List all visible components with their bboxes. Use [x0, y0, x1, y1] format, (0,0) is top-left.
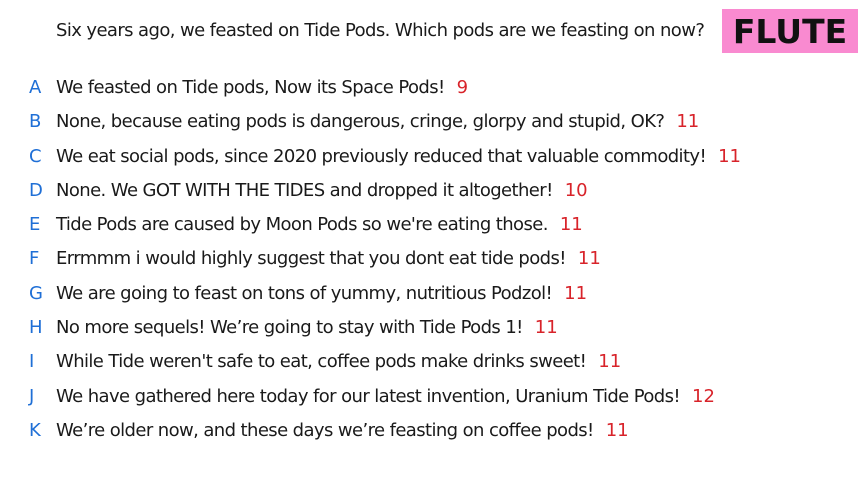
answer-text: We are going to feast on tons of yummy, … [56, 282, 553, 304]
answer-text: Tide Pods are caused by Moon Pods so we'… [56, 214, 548, 236]
answer-letter: G [29, 282, 43, 304]
player-name-label: FLUTE [732, 11, 848, 51]
vote-count: 11 [534, 317, 558, 339]
answer-text: No more sequels! We’re going to stay wit… [56, 317, 523, 339]
answer-list: A We feasted on Tide pods, Now its Space… [0, 73, 864, 450]
answer-content: None. We GOT WITH THE TIDES and dropped … [56, 180, 588, 201]
answer-row-g[interactable]: G We are going to feast on tons of yummy… [0, 279, 864, 313]
answer-row-d[interactable]: D None. We GOT WITH THE TIDES and droppe… [0, 176, 864, 210]
answer-letter: H [29, 317, 43, 339]
answer-letter: D [29, 179, 43, 201]
answer-letter: F [29, 248, 40, 270]
vote-count: 11 [559, 214, 583, 236]
answer-text: We feasted on Tide pods, Now its Space P… [56, 77, 445, 98]
vote-count: 9 [456, 77, 469, 98]
answer-text: We eat social pods, since 2020 previousl… [56, 145, 707, 167]
vote-count: 11 [605, 419, 629, 441]
answer-text: None. We GOT WITH THE TIDES and dropped … [56, 179, 553, 201]
answer-content: We have gathered here today for our late… [56, 386, 715, 407]
answer-text: We’re older now, and these days we’re fe… [56, 419, 594, 441]
answer-letter: B [29, 111, 42, 133]
answer-row-f[interactable]: F Errmmm i would highly suggest that you… [0, 244, 864, 278]
answer-content: None, because eating pods is dangerous, … [56, 111, 699, 132]
answer-row-c[interactable]: C We eat social pods, since 2020 previou… [0, 142, 864, 176]
question-title: Six years ago, we feasted on Tide Pods. … [56, 20, 705, 41]
vote-count: 11 [564, 282, 588, 304]
answer-letter: A [29, 77, 42, 98]
answer-text: None, because eating pods is dangerous, … [56, 111, 665, 133]
answer-letter: C [29, 145, 42, 167]
answer-row-k[interactable]: K We’re older now, and these days we’re … [0, 416, 864, 450]
answer-content: While Tide weren't safe to eat, coffee p… [56, 351, 621, 372]
answer-row-h[interactable]: H No more sequels! We’re going to stay w… [0, 313, 864, 347]
answer-row-b[interactable]: B None, because eating pods is dangerous… [0, 107, 864, 141]
answer-row-a[interactable]: A We feasted on Tide pods, Now its Space… [0, 73, 864, 107]
answer-content: No more sequels! We’re going to stay wit… [56, 317, 558, 338]
answer-content: Errmmm i would highly suggest that you d… [56, 248, 601, 269]
answer-row-i[interactable]: I While Tide weren't safe to eat, coffee… [0, 347, 864, 381]
answer-content: We’re older now, and these days we’re fe… [56, 420, 629, 441]
answer-letter: I [29, 351, 35, 373]
answer-content: We are going to feast on tons of yummy, … [56, 283, 587, 304]
answer-content: We feasted on Tide pods, Now its Space P… [56, 77, 468, 98]
answer-content: We eat social pods, since 2020 previousl… [56, 146, 741, 167]
answer-letter: J [29, 385, 35, 407]
vote-count: 11 [676, 111, 700, 133]
answer-row-j[interactable]: J We have gathered here today for our la… [0, 382, 864, 416]
vote-count: 11 [718, 145, 741, 167]
answer-letter: K [29, 419, 41, 441]
answer-content: Tide Pods are caused by Moon Pods so we'… [56, 214, 583, 235]
answer-row-e[interactable]: E Tide Pods are caused by Moon Pods so w… [0, 210, 864, 244]
vote-count: 10 [564, 179, 588, 201]
vote-count: 11 [577, 248, 601, 270]
answer-text: We have gathered here today for our late… [56, 385, 681, 407]
answer-text: Errmmm i would highly suggest that you d… [56, 248, 566, 270]
player-name-badge: FLUTE [722, 9, 858, 53]
vote-count: 11 [598, 351, 622, 373]
answer-text: While Tide weren't safe to eat, coffee p… [56, 351, 587, 373]
vote-count: 12 [692, 385, 715, 407]
answer-letter: E [29, 214, 41, 236]
